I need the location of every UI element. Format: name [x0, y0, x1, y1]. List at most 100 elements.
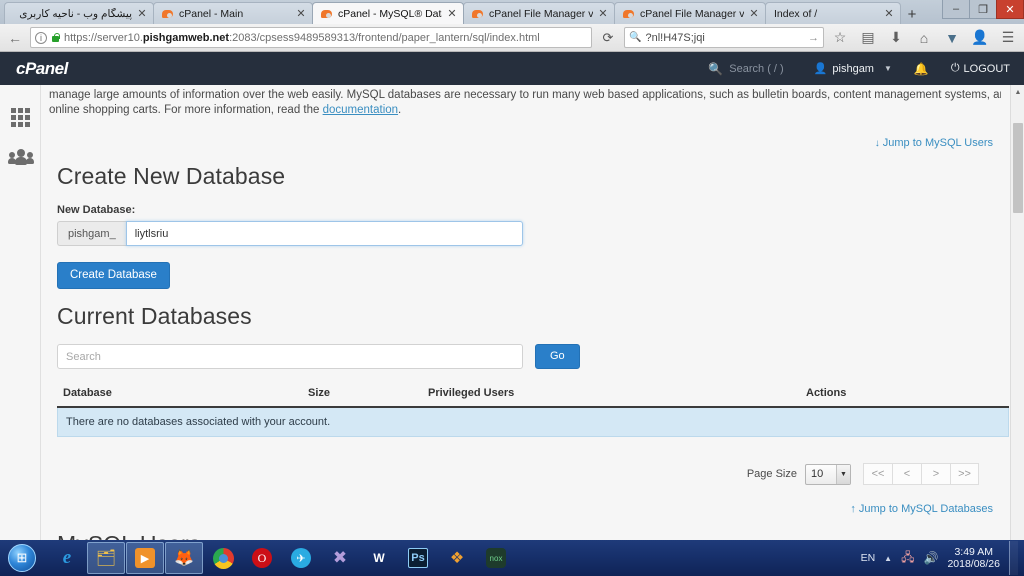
bell-icon[interactable]: 🔔: [914, 62, 929, 76]
tab-title: Index of /: [774, 7, 818, 20]
search-icon: 🔍: [629, 32, 642, 43]
taskbar-firefox[interactable]: 🦊: [165, 542, 203, 574]
intro-line-1: manage large amounts of information over…: [49, 89, 1001, 101]
taskbar-internet-explorer[interactable]: e: [48, 542, 86, 574]
page-scrollbar[interactable]: ▲ ▼: [1010, 85, 1024, 576]
tray-expand-icon[interactable]: ▲: [884, 554, 892, 563]
show-desktop-button[interactable]: [1009, 541, 1018, 575]
browser-tab-2[interactable]: cPanel - Main ✕: [153, 2, 313, 24]
browser-tab-1[interactable]: پیشگام وب - ناحیه کاربری ✕: [4, 2, 154, 24]
taskbar-media-player[interactable]: ▶: [126, 542, 164, 574]
page-size-label: Page Size: [746, 468, 797, 480]
back-button[interactable]: ←: [4, 27, 26, 49]
address-bar[interactable]: i https://server10.pishgamweb.net:2083/c…: [30, 27, 592, 48]
tab-close-icon[interactable]: ✕: [296, 8, 306, 19]
scrollbar-thumb[interactable]: [1013, 123, 1023, 213]
databases-search-input[interactable]: [57, 344, 523, 369]
network-icon[interactable]: 🖧: [901, 548, 914, 569]
browser-tab-3[interactable]: cPanel - MySQL® Databas ✕: [312, 2, 464, 24]
new-database-label: New Database:: [57, 204, 136, 216]
databases-table: Database Size Privileged Users Actions T…: [57, 387, 1009, 437]
create-database-heading: Create New Database: [57, 163, 286, 189]
tray-language[interactable]: EN: [861, 552, 876, 564]
taskbar-file-explorer[interactable]: 🗂: [87, 542, 125, 574]
taskbar-opera[interactable]: O: [243, 542, 281, 574]
cpanel-logo[interactable]: cPanel: [16, 59, 68, 79]
tab-close-icon[interactable]: ✕: [884, 8, 894, 19]
home-icon[interactable]: ⌂: [912, 26, 936, 50]
taskbar-colorful-app[interactable]: ❖: [438, 542, 476, 574]
browser-search-box[interactable]: 🔍 ?nl!H47S;jqi →: [624, 27, 824, 48]
taskbar-chrome[interactable]: [204, 542, 242, 574]
window-controls: – ❐ ✕: [942, 0, 1024, 19]
reload-button[interactable]: ⟳: [596, 27, 620, 49]
pager-next-button[interactable]: >: [921, 463, 950, 485]
start-button[interactable]: ⊞: [0, 541, 44, 575]
media-player-icon: ▶: [135, 548, 155, 568]
tray-clock[interactable]: 3:49 AM 2018/08/26: [947, 546, 1000, 570]
account-icon[interactable]: 👤: [968, 26, 992, 50]
new-database-input[interactable]: [125, 221, 523, 246]
cpanel-favicon-icon: [162, 8, 174, 20]
pager-prev-button[interactable]: <: [892, 463, 921, 485]
tab-close-icon[interactable]: ✕: [749, 8, 759, 19]
chevron-down-icon: ▼: [883, 64, 892, 73]
page-size-value: 10: [811, 468, 824, 480]
jump-to-mysql-databases-link[interactable]: ↑ Jump to MySQL Databases: [49, 503, 1011, 515]
new-tab-button[interactable]: +: [900, 4, 924, 24]
cpanel-username: pishgam: [832, 62, 874, 75]
taskbar-telegram[interactable]: ✈: [282, 542, 320, 574]
minimize-button[interactable]: –: [942, 0, 970, 19]
search-go-icon[interactable]: →: [808, 32, 819, 44]
scroll-up-icon[interactable]: ▲: [1011, 85, 1024, 99]
taskbar-photoshop[interactable]: Ps: [399, 542, 437, 574]
documentation-link[interactable]: documentation: [323, 104, 398, 116]
cpanel-search[interactable]: 🔍 Search ( / ): [708, 62, 783, 76]
system-tray: EN ▲ 🖧 🔊 3:49 AM 2018/08/26: [861, 540, 1024, 576]
pager-last-button[interactable]: >>: [950, 463, 979, 485]
sidebar-item-home[interactable]: [0, 97, 41, 137]
user-icon: 👤: [813, 63, 828, 75]
cpanel-user-menu[interactable]: 👤 pishgam ▼: [813, 62, 892, 76]
database-prefix: pishgam_: [57, 221, 126, 246]
jump-users-label: Jump to MySQL Users: [882, 137, 993, 149]
menu-icon[interactable]: ☰: [996, 26, 1020, 50]
cpanel-favicon-icon: [472, 8, 484, 20]
taskbar-xmind[interactable]: ✖: [321, 542, 359, 574]
word-icon: W: [373, 551, 385, 565]
tab-title: cPanel - Main: [179, 7, 244, 20]
browser-tab-4[interactable]: cPanel File Manager v3 ✕: [463, 2, 615, 24]
logout-button[interactable]: ⏻ LOGOUT: [951, 62, 1010, 75]
databases-search-go-button[interactable]: Go: [535, 344, 580, 369]
taskbar-word[interactable]: W: [360, 542, 398, 574]
pager-buttons: << < > >>: [863, 463, 979, 485]
jump-databases-label: Jump to MySQL Databases: [858, 503, 993, 515]
pocket-icon[interactable]: ▼: [940, 26, 964, 50]
tab-title: cPanel File Manager v3 - F: [640, 7, 744, 20]
star-icon[interactable]: ☆: [828, 26, 852, 50]
tab-close-icon[interactable]: ✕: [598, 8, 608, 19]
taskbar-nox[interactable]: nox: [477, 542, 515, 574]
close-window-button[interactable]: ✕: [996, 0, 1024, 19]
create-database-button[interactable]: Create Database: [57, 262, 170, 289]
tab-title: پیشگام وب - ناحیه کاربری: [19, 7, 132, 20]
maximize-button[interactable]: ❐: [969, 0, 997, 19]
sidebar-item-user-manager[interactable]: [0, 137, 41, 177]
library-icon[interactable]: ▤: [856, 26, 880, 50]
cpanel-header: cPanel 🔍 Search ( / ) 👤 pishgam ▼ 🔔 ⏻ LO…: [0, 52, 1024, 85]
browser-tab-5[interactable]: cPanel File Manager v3 - F ✕: [614, 2, 766, 24]
pager-first-button[interactable]: <<: [863, 463, 892, 485]
tab-title: cPanel - MySQL® Databas: [338, 7, 442, 20]
page-info-icon[interactable]: i: [35, 31, 47, 44]
page-size-select[interactable]: 10 ▼: [805, 463, 851, 485]
browser-tab-6[interactable]: Index of / ✕: [765, 2, 901, 24]
tab-close-icon[interactable]: ✕: [447, 8, 457, 19]
column-header-size: Size: [308, 387, 331, 399]
firefox-icon: 🦊: [174, 550, 194, 567]
tab-close-icon[interactable]: ✕: [137, 8, 147, 19]
page-body: manage large amounts of information over…: [0, 85, 1024, 576]
volume-icon[interactable]: 🔊: [923, 551, 938, 565]
chrome-icon: [212, 547, 234, 569]
download-icon[interactable]: ⬇: [884, 26, 908, 50]
jump-to-mysql-users-link[interactable]: ↓ Jump to MySQL Users: [49, 137, 1011, 149]
